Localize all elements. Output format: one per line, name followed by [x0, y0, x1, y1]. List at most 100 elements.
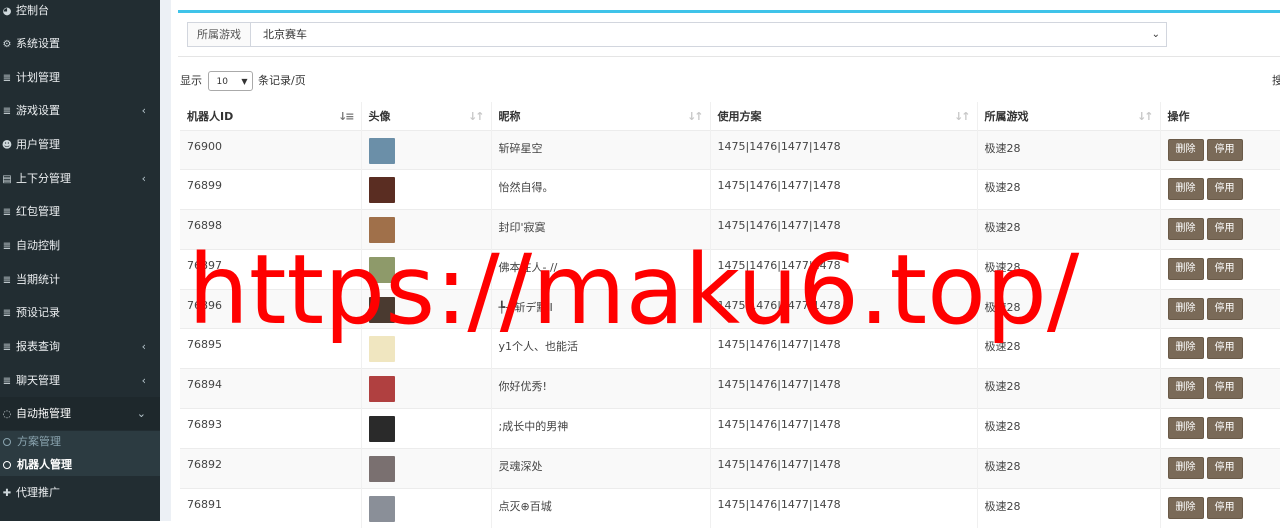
delete-button[interactable]: 删除	[1167, 257, 1204, 280]
sidebar-item-4[interactable]: ☻ 用户管理	[0, 128, 160, 161]
disable-button[interactable]: 停用	[1206, 297, 1243, 320]
avatar	[368, 217, 395, 244]
sidebar-item-label: 上下分管理	[16, 172, 71, 185]
page-length-prefix: 显示	[180, 74, 202, 87]
cell-nickname: ╄→斩デ點Ⅱ	[491, 288, 711, 329]
sidebar-item-8[interactable]: ≣ 当期统计	[0, 263, 160, 296]
page-length-value: 10	[216, 77, 228, 87]
cell-plan: 1475|1476|1477|1478	[710, 209, 978, 250]
cell-actions: 删除 停用	[1160, 408, 1280, 449]
cell-game: 极速28	[977, 328, 1161, 369]
column-header-label: 机器人ID	[187, 109, 234, 123]
sidebar-item-7[interactable]: ≣ 自动控制	[0, 229, 160, 262]
cell-robot-id: 76900	[180, 129, 362, 170]
panel-top-border	[178, 10, 1280, 13]
chevron-left-icon: ‹	[141, 340, 146, 353]
sidebar-item-13[interactable]: ✚ 代理推广	[0, 476, 160, 509]
game-select-value: 北京赛车	[263, 28, 307, 41]
column-header-game[interactable]: 所属游戏 ↓↑	[977, 102, 1161, 130]
list-icon: ≣	[2, 106, 12, 117]
table-row: 76893 ;成长中的男神 1475|1476|1477|1478 极速28 删除 停用	[180, 408, 1280, 449]
cell-actions: 删除 停用	[1160, 169, 1280, 210]
cell-avatar	[361, 487, 492, 528]
chevron-down-icon: ⌄	[136, 407, 146, 420]
delete-button[interactable]: 删除	[1167, 417, 1204, 440]
cell-game: 极速28	[977, 129, 1161, 170]
disable-button[interactable]: 停用	[1206, 456, 1243, 479]
sidebar-item-12[interactable]: ◌ 自动拖管理 ⌄	[0, 397, 160, 430]
cell-nickname: 你好优秀!	[491, 368, 711, 409]
sidebar-item-0[interactable]: ◕ 控制台	[0, 0, 160, 27]
delete-button[interactable]: 删除	[1167, 218, 1204, 241]
chevron-down-icon: ▼	[241, 77, 248, 86]
disable-button[interactable]: 停用	[1206, 377, 1243, 400]
column-header-nickname[interactable]: 昵称 ↓↑	[491, 102, 711, 130]
cell-nickname: y1个人、也能活	[491, 328, 711, 369]
delete-button[interactable]: 删除	[1167, 337, 1204, 360]
sidebar-item-label: 计划管理	[16, 71, 60, 84]
sidebar-item-2[interactable]: ≣ 计划管理	[0, 61, 160, 94]
submenu-item-label: 方案管理	[17, 435, 61, 448]
disable-button[interactable]: 停用	[1206, 337, 1243, 360]
disable-button[interactable]: 停用	[1206, 257, 1243, 280]
divider	[178, 56, 1280, 57]
sidebar-item-1[interactable]: ⚙ 系统设置	[0, 27, 160, 60]
table-header-row: 机器人ID ↓≡ 头像 ↓↑ 昵称 ↓↑ 使用方案 ↓↑ 所属游戏 ↓↑ 操作	[180, 102, 1280, 130]
delete-button[interactable]: 删除	[1167, 456, 1204, 479]
disable-button[interactable]: 停用	[1206, 417, 1243, 440]
table-row: 76897 佛本在人- //1475|1476|1477|1478 极速28 删除 停用	[180, 248, 1280, 290]
cell-robot-id: 76893	[180, 408, 362, 449]
column-header-robot-id[interactable]: 机器人ID ↓≡	[180, 102, 362, 130]
disable-button[interactable]: 停用	[1206, 138, 1243, 161]
delete-button[interactable]: 删除	[1167, 377, 1204, 400]
circle-icon	[3, 461, 11, 469]
submenu-item-label: 机器人管理	[17, 458, 72, 471]
column-header-actions: 操作	[1160, 102, 1280, 130]
chevron-down-icon: ⌄	[1151, 29, 1160, 40]
sidebar-item-10[interactable]: ≣ 报表查询 ‹	[0, 330, 160, 363]
avatar	[368, 336, 395, 363]
list-icon: ≣	[2, 207, 12, 218]
column-header-label: 使用方案	[717, 109, 762, 123]
column-header-avatar[interactable]: 头像 ↓↑	[361, 102, 492, 130]
cell-game: 极速28	[977, 169, 1161, 210]
game-select[interactable]: 北京赛车 ⌄	[251, 23, 1166, 46]
database-icon: ▤	[2, 174, 12, 185]
column-header-plan[interactable]: 使用方案 ↓↑	[710, 102, 978, 130]
delete-button[interactable]: 删除	[1167, 297, 1204, 320]
submenu-item-plan-management[interactable]: 方案管理	[0, 431, 160, 453]
sort-desc-icon: ↓≡	[338, 110, 355, 123]
disable-button[interactable]: 停用	[1206, 178, 1243, 201]
sidebar-item-5[interactable]: ▤ 上下分管理 ‹	[0, 162, 160, 195]
cell-actions: 删除 停用	[1160, 129, 1280, 170]
cell-avatar	[361, 169, 492, 210]
sidebar-item-3[interactable]: ≣ 游戏设置 ‹	[0, 94, 160, 127]
page-length-select[interactable]: 10 ▼	[207, 71, 253, 91]
delete-button[interactable]: 删除	[1167, 138, 1204, 161]
table-row: 76894 你好优秀! 1475|1476|1477|1478 极速28 删除 停用	[180, 368, 1280, 409]
sidebar-item-11[interactable]: ≣ 聊天管理 ‹	[0, 364, 160, 397]
submenu-item-robot-management[interactable]: 机器人管理	[0, 454, 160, 476]
list-icon: ≣	[2, 308, 12, 319]
sidebar-item-9[interactable]: ≣ 预设记录	[0, 296, 160, 329]
delete-button[interactable]: 删除	[1167, 496, 1204, 519]
user-plus-icon: ✚	[2, 488, 12, 499]
sidebar-item-label: 自动拖管理	[16, 407, 71, 420]
delete-button[interactable]: 删除	[1167, 178, 1204, 201]
sidebar-item-label: 用户管理	[16, 138, 60, 151]
avatar	[368, 177, 395, 204]
sidebar-item-label: 聊天管理	[16, 374, 60, 387]
disable-button[interactable]: 停用	[1206, 218, 1243, 241]
sidebar-item-6[interactable]: ≣ 红包管理	[0, 195, 160, 228]
cell-avatar	[361, 288, 492, 329]
submenu-auto-drag: 方案管理 机器人管理	[0, 431, 160, 476]
content-panel: 所属游戏 北京赛车 ⌄ 显示 10 ▼ 条记录/页 搜 机器人ID ↓≡ 头像 …	[171, 0, 1280, 528]
search-label: 搜	[1272, 74, 1280, 87]
cell-avatar	[361, 209, 492, 250]
column-header-label: 所属游戏	[984, 109, 1029, 123]
cell-plan: 1475|1476|1477|1478	[710, 288, 978, 329]
cell-actions: 删除 停用	[1160, 368, 1280, 409]
avatar	[368, 296, 395, 323]
disable-button[interactable]: 停用	[1206, 496, 1243, 519]
cell-avatar	[361, 447, 492, 489]
